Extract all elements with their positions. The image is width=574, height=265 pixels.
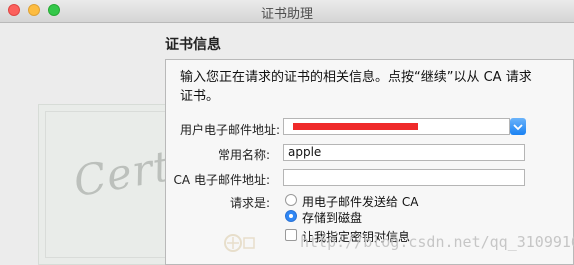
email-dropdown-button[interactable] (510, 118, 526, 135)
chevron-down-icon (513, 123, 523, 130)
common-name-field[interactable]: apple (283, 144, 525, 161)
radio-save-disk-label[interactable]: 存储到磁盘 (302, 209, 362, 226)
request-label: 请求是: (229, 196, 270, 210)
radio-email-ca[interactable] (285, 194, 297, 206)
watermark-logo-icon (224, 234, 255, 252)
ca-email-label: CA 电子邮件地址: (173, 173, 270, 187)
email-label: 用户电子邮件地址: (179, 123, 280, 137)
watermark-url: http://blog.csdn.net/qq_31099163 (300, 233, 574, 251)
redaction-bar (293, 123, 418, 130)
common-name-label: 常用名称: (217, 148, 270, 162)
key-pair-checkbox[interactable] (285, 229, 297, 241)
ca-email-field[interactable] (283, 169, 525, 186)
title-bar: 证书助理 (0, 0, 574, 23)
intro-text: 输入您正在请求的证书的相关信息。点按“继续”以从 CA 请求证书。 (180, 70, 532, 104)
radio-save-disk[interactable] (285, 210, 297, 222)
window-title: 证书助理 (260, 7, 313, 22)
radio-email-ca-label[interactable]: 用电子邮件发送给 CA (302, 193, 418, 210)
section-title: 证书信息 (165, 37, 221, 53)
